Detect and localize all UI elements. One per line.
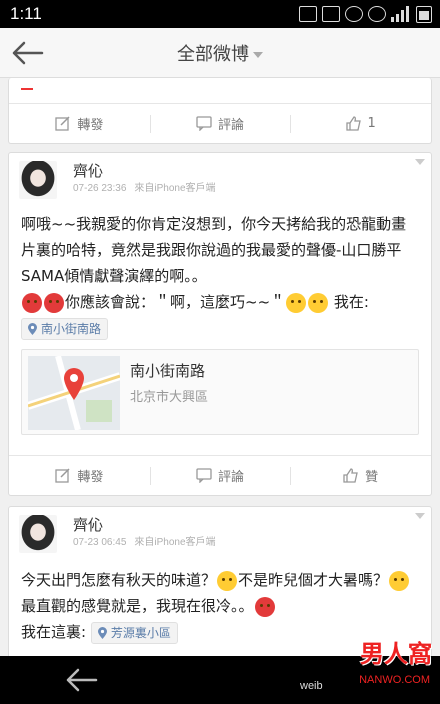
emoji-icon <box>22 292 42 313</box>
emoji-icon <box>286 292 307 313</box>
avatar[interactable] <box>19 161 57 199</box>
like-button[interactable]: 贊 <box>290 456 431 495</box>
post-date: 07-23 06:45 <box>73 537 127 548</box>
repost-label: 轉發 <box>77 118 104 133</box>
comment-button[interactable]: 評論 <box>149 104 291 143</box>
map-place-address: 北京市大興區 <box>130 390 209 405</box>
alarm-icon <box>368 6 386 22</box>
watermark: weib 男人窩 NANWO.COM <box>290 628 440 704</box>
map-place-name: 南小街南路 <box>130 362 206 380</box>
avatar[interactable] <box>19 515 57 553</box>
post-text-quote: 你應該會說：＂啊，這麼巧~~＂ <box>65 293 286 311</box>
location-tag[interactable]: 芳源裏小區 <box>90 621 178 644</box>
grid-icon <box>299 6 317 22</box>
feed-selector[interactable]: 全部微博 <box>0 40 440 66</box>
content-fragment <box>21 88 419 90</box>
map-thumbnail <box>28 356 120 430</box>
map-card[interactable]: 南小街南路 北京市大興區 <box>21 349 419 435</box>
chevron-down-icon[interactable] <box>415 159 425 165</box>
post-text-c: 最直觀的感覺就是，我現在很冷。。 <box>21 597 254 615</box>
map-icon <box>28 356 120 430</box>
author-name[interactable]: 齊伈 <box>73 160 103 181</box>
image-icon <box>322 6 340 22</box>
status-time: 1:11 <box>10 4 42 23</box>
emoji-icon <box>44 292 64 313</box>
post-card: 齊伈 07-26 23:36 來自iPhone客戶端 啊哦~~我親愛的你肯定沒想到… <box>8 152 432 496</box>
repost-label: 轉發 <box>77 470 104 485</box>
thumbs-up-icon <box>345 116 361 131</box>
emoji-icon <box>389 570 410 591</box>
repost-button[interactable]: 轉發 <box>9 104 150 143</box>
data-sync-icon <box>345 6 363 22</box>
emoji-icon <box>254 596 275 617</box>
post-date: 07-26 23:36 <box>73 183 127 194</box>
post-text-me: 我在: <box>333 293 369 311</box>
thumbs-up-icon <box>343 468 358 483</box>
page-title: 全部微博 <box>177 44 249 65</box>
edit-icon <box>55 116 70 131</box>
watermark-url: NANWO.COM <box>359 674 430 686</box>
comment-button[interactable]: 評論 <box>149 456 291 495</box>
post-card-previous: 轉發 評論 1 <box>8 78 432 144</box>
comment-label: 評論 <box>218 118 245 133</box>
chevron-down-icon[interactable] <box>415 513 425 519</box>
post-actions: 轉發 評論 1 <box>9 103 431 143</box>
nav-back-icon[interactable] <box>62 666 102 694</box>
battery-icon <box>416 5 432 23</box>
comment-label: 評論 <box>218 470 245 485</box>
app-bar: 全部微博 <box>0 28 440 78</box>
watermark-weibo: weib <box>300 680 323 692</box>
status-icons <box>299 5 432 23</box>
post-text-here: 我在這裏: <box>21 623 87 641</box>
signal-icon <box>391 6 411 22</box>
post-text-a: 今天出門怎麼有秋天的味道？ <box>21 571 217 589</box>
author-name[interactable]: 齊伈 <box>73 514 103 535</box>
watermark-brand: 男人窩 <box>360 640 432 668</box>
post-source: 來自iPhone客戶端 <box>134 537 216 548</box>
like-button[interactable]: 1 <box>290 104 431 143</box>
like-label: 贊 <box>365 470 379 485</box>
location-pin-icon <box>28 322 37 335</box>
post-text: 啊哦~~我親愛的你肯定沒想到，你今天拷給我的恐龍動畫片裏的哈特，竟然是我跟你說過… <box>21 211 419 341</box>
post-meta: 07-23 06:45 來自iPhone客戶端 <box>73 533 216 548</box>
post-source: 來自iPhone客戶端 <box>134 183 216 194</box>
location-pin-icon <box>97 626 107 639</box>
location-tag[interactable]: 南小街南路 <box>21 317 109 340</box>
edit-icon <box>55 468 70 483</box>
location-tag-label: 南小街南路 <box>41 321 102 336</box>
location-tag-label: 芳源裏小區 <box>110 625 171 640</box>
chevron-down-icon <box>253 52 263 58</box>
emoji-icon <box>217 570 238 591</box>
post-actions: 轉發 評論 贊 <box>9 455 431 495</box>
emoji-icon <box>308 292 329 313</box>
comment-icon <box>196 116 212 131</box>
status-bar: 1:11 <box>0 0 440 28</box>
repost-button[interactable]: 轉發 <box>9 456 150 495</box>
post-text-main: 啊哦~~我親愛的你肯定沒想到，你今天拷給我的恐龍動畫片裏的哈特，竟然是我跟你說過… <box>21 215 407 285</box>
like-count: 1 <box>367 116 376 131</box>
post-text-b: 不是昨兒個才大暑嗎？ <box>238 571 389 589</box>
post-meta: 07-26 23:36 來自iPhone客戶端 <box>73 179 216 194</box>
comment-icon <box>196 468 212 483</box>
